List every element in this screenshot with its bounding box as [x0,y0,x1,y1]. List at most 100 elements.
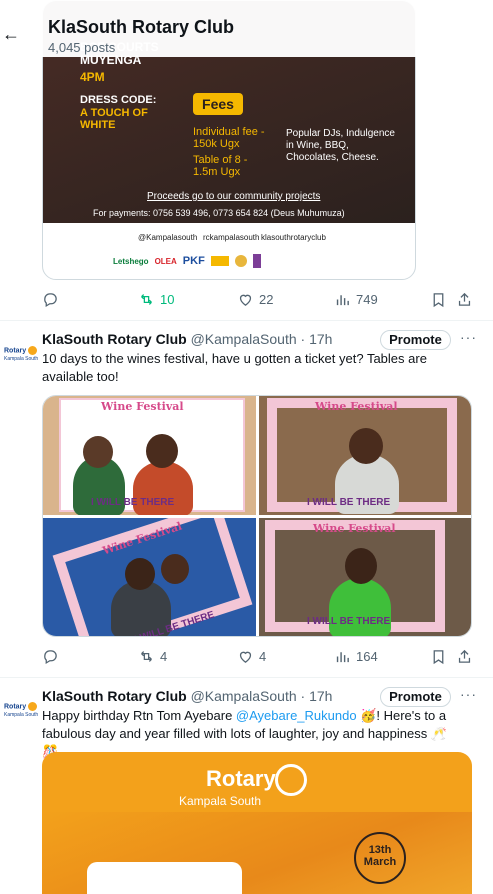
arrow-left-icon[interactable]: ← [2,25,20,43]
profile-header: ← KlaSouth Rotary Club 4,045 posts [0,0,493,57]
rotary-wheel-icon [28,702,38,711]
bookmark-button[interactable] [430,648,447,665]
share-icon [458,649,471,663]
sponsor-logo-2: OLEA [154,256,177,266]
post1-actions: 10 22 749 [42,291,472,311]
person-head [125,558,155,590]
post-handle[interactable]: @KampalaSouth [191,331,297,347]
sponsor-logo-5 [234,255,247,267]
avatar-subtext: Kampala South [4,356,39,363]
post-divider [0,320,493,321]
post-time[interactable]: · 17h [301,688,333,704]
views-count: 749 [356,292,378,307]
date-badge-month: March [363,856,397,868]
flyer-popular: Popular DJs, Indulgence in Wine, BBQ, Ch… [286,128,395,163]
photo-1[interactable]: Wine Festival I WILL BE THERE [43,396,256,515]
photo-4[interactable]: Wine Festival I WILL BE THERE [259,518,471,636]
like-count: 4 [259,649,267,664]
photo-grid[interactable]: Wine Festival I WILL BE THERE Wine Festi… [42,395,472,637]
avatar-text: Rotary [4,703,27,711]
person-head [349,428,383,464]
share-button[interactable] [456,648,473,665]
sponsor-logo-6 [252,254,261,268]
post-text-before: Happy birthday Rtn Tom Ayebare [42,708,236,723]
photo-frame-title: Wine Festival [101,400,184,413]
post-divider [0,677,493,678]
bookmark-button[interactable] [430,291,447,308]
flyer-individual-fee: Individual fee - 150k Ugx [193,126,265,150]
photo-2[interactable]: Wine Festival I WILL BE THERE [259,396,471,515]
person-head [83,436,113,468]
avatar-subtext: Kampala South [4,712,39,719]
post-author[interactable]: KlaSouth Rotary Club [42,331,187,347]
mention-link[interactable]: @Ayebare_Rukundo [236,708,357,723]
post-author-line: KlaSouth Rotary Club @KampalaSouth · 17h [42,331,332,347]
person-head [345,548,377,584]
photo-frame-title: Wine Festival [315,400,398,413]
avatar[interactable]: Rotary Kampala South [0,332,40,372]
post-text: 10 days to the wines festival, have u go… [42,351,427,384]
reply-button[interactable] [42,291,59,308]
flyer-time: 4PM [80,70,105,84]
heart-icon [239,651,252,663]
retweet-icon [141,294,152,305]
bookmark-icon [433,293,444,308]
views-count: 164 [356,649,378,664]
bookmark-icon [433,650,444,665]
rotary-wheel-icon [28,346,38,355]
views-icon [336,295,349,306]
posts-count: 4,045 posts [48,40,116,55]
more-options-icon[interactable]: ··· [460,686,477,702]
post-author-line: KlaSouth Rotary Club @KampalaSouth · 17h [42,688,332,704]
share-button[interactable] [456,291,473,308]
views-button[interactable]: 164 [334,648,378,665]
flyer-social-2: rckampalasouth [203,233,260,242]
rotary-wheel-icon [275,764,307,796]
post-time[interactable]: · 17h [301,331,333,347]
person [329,578,391,636]
birthday-card-image[interactable]: Rotary Kampala South 13th March [42,752,472,894]
avatar-text: Rotary [4,347,27,355]
date-badge: 13th March [354,832,406,884]
reply-button[interactable] [42,648,64,665]
share-icon [458,292,471,306]
reply-icon [44,650,57,665]
flyer-social-1: @Kampalasouth [138,233,198,242]
post2-actions: 4 4 164 [42,648,472,668]
post-author[interactable]: KlaSouth Rotary Club [42,688,187,704]
views-button[interactable]: 749 [334,291,378,308]
retweet-count: 10 [160,292,175,307]
post-handle[interactable]: @KampalaSouth [191,688,297,704]
photo-frame-tagline: I WILL BE THERE [91,497,175,508]
card-subtitle: Kampala South [179,794,262,808]
like-button[interactable]: 22 [237,291,273,308]
flyer-dress-label: DRESS CODE: [80,94,157,106]
like-count: 22 [259,292,274,307]
retweet-button[interactable]: 4 [138,648,167,665]
flyer-table-fee: Table of 8 - 1.5m Ugx [193,154,248,178]
retweet-button[interactable]: 10 [138,291,174,308]
promote-button[interactable]: Promote [380,687,451,707]
like-button[interactable]: 4 [237,648,266,665]
photo-frame-tagline: I WILL BE THERE [307,497,391,508]
flyer-proceeds: Proceeds go to our community projects [147,191,321,202]
reply-icon [44,293,57,308]
photo-card [87,862,242,894]
person-head [146,434,178,468]
heart-icon [239,294,252,306]
more-options-icon[interactable]: ··· [460,329,477,345]
profile-title: KlaSouth Rotary Club [48,17,235,37]
retweet-icon [141,651,152,662]
date-badge-day: 13th [368,844,392,856]
avatar[interactable]: Rotary Kampala South [0,688,40,728]
flyer-dress-value: A TOUCH OF WHITE [80,107,148,131]
sponsor-logo-1: Letshego [113,256,149,266]
photo-frame-title: Wine Festival [313,522,396,535]
person-head [161,554,189,584]
promote-button[interactable]: Promote [380,330,451,350]
card-title: Rotary [206,766,276,791]
flyer-fees-label: Fees [193,93,243,115]
retweet-count: 4 [160,649,168,664]
photo-3[interactable]: Wine Festival I WILL BE THERE [43,518,256,636]
sponsor-logo-3: PKF [182,255,205,267]
